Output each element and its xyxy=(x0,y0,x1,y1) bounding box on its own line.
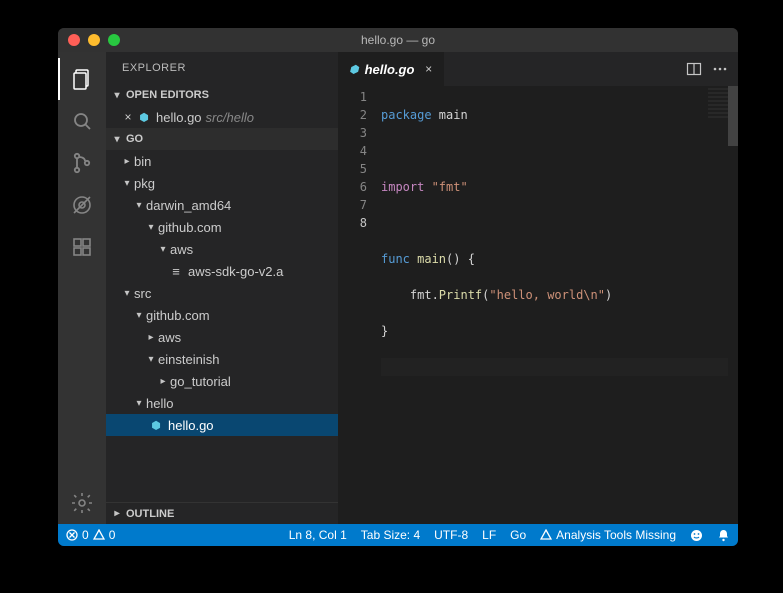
status-problems[interactable]: 0 0 xyxy=(66,528,115,542)
go-file-icon: ⬢ xyxy=(148,419,164,432)
status-bell-icon[interactable] xyxy=(717,529,730,542)
folder-einsteinish[interactable]: ▾einsteinish xyxy=(106,348,338,370)
minimize-window-button[interactable] xyxy=(88,34,100,46)
close-tab-icon[interactable]: × xyxy=(420,62,436,76)
chevron-right-icon: ▸ xyxy=(120,156,134,167)
section-label: OPEN EDITORS xyxy=(126,89,209,101)
activity-bar xyxy=(58,52,106,524)
chevron-down-icon: ▾ xyxy=(120,288,134,299)
status-line-col[interactable]: Ln 8, Col 1 xyxy=(289,528,347,542)
sidebar-title: EXPLORER xyxy=(106,52,338,84)
chevron-down-icon: ▾ xyxy=(110,90,124,101)
more-actions-icon[interactable] xyxy=(712,61,728,77)
file-aws-sdk[interactable]: ≡aws-sdk-go-v2.a xyxy=(106,260,338,282)
status-analysis-warning[interactable]: Analysis Tools Missing xyxy=(540,528,676,542)
tab-bar: ⬢ hello.go × xyxy=(339,52,738,86)
folder-src[interactable]: ▾src xyxy=(106,282,338,304)
folder-pkg[interactable]: ▾pkg xyxy=(106,172,338,194)
chevron-down-icon: ▾ xyxy=(132,310,146,321)
file-hello-go[interactable]: ⬢hello.go xyxy=(106,414,338,436)
traffic-lights xyxy=(68,34,120,46)
folder-darwin-amd64[interactable]: ▾darwin_amd64 xyxy=(106,194,338,216)
status-bar: 0 0 Ln 8, Col 1 Tab Size: 4 UTF-8 LF Go … xyxy=(58,524,738,546)
folder-go-tutorial[interactable]: ▸go_tutorial xyxy=(106,370,338,392)
section-label: GO xyxy=(126,133,143,145)
folder-github[interactable]: ▾github.com xyxy=(106,216,338,238)
folder-bin[interactable]: ▸bin xyxy=(106,150,338,172)
code-editor[interactable]: 1 2 3 4 5 6 7 8 package main import "fmt… xyxy=(339,86,738,524)
editor-group: ⬢ hello.go × 1 2 3 4 xyxy=(339,52,738,524)
vscode-window: hello.go — go EX xyxy=(58,28,738,546)
folder-aws-src[interactable]: ▸aws xyxy=(106,326,338,348)
scm-icon[interactable] xyxy=(58,142,106,184)
open-editor-filename: hello.go xyxy=(156,110,202,125)
go-file-icon: ⬢ xyxy=(349,63,359,76)
maximize-window-button[interactable] xyxy=(108,34,120,46)
open-editor-item[interactable]: × ⬢ hello.go src/hello xyxy=(106,106,338,128)
window-title: hello.go — go xyxy=(58,33,738,47)
close-icon[interactable]: × xyxy=(120,110,136,124)
status-tab-size[interactable]: Tab Size: 4 xyxy=(361,528,420,542)
code-content[interactable]: package main import "fmt" func main() { … xyxy=(381,86,738,524)
file-icon: ≡ xyxy=(168,264,184,279)
debug-icon[interactable] xyxy=(58,184,106,226)
chevron-down-icon: ▾ xyxy=(144,222,158,233)
chevron-right-icon: ▸ xyxy=(144,332,158,343)
chevron-down-icon: ▾ xyxy=(144,354,158,365)
open-editors-section[interactable]: ▾ OPEN EDITORS xyxy=(106,84,338,106)
tab-hello-go[interactable]: ⬢ hello.go × xyxy=(339,52,445,86)
explorer-icon[interactable] xyxy=(58,58,106,100)
folder-github-src[interactable]: ▾github.com xyxy=(106,304,338,326)
close-window-button[interactable] xyxy=(68,34,80,46)
editor-scrollbar[interactable] xyxy=(728,86,738,524)
folder-aws[interactable]: ▾aws xyxy=(106,238,338,260)
go-file-icon: ⬢ xyxy=(136,111,152,124)
chevron-down-icon: ▾ xyxy=(132,200,146,211)
status-language[interactable]: Go xyxy=(510,528,526,542)
folder-hello[interactable]: ▾hello xyxy=(106,392,338,414)
line-number-gutter: 1 2 3 4 5 6 7 8 xyxy=(339,86,381,524)
open-editor-hint: src/hello xyxy=(206,110,254,125)
split-editor-icon[interactable] xyxy=(686,61,702,77)
chevron-down-icon: ▾ xyxy=(120,178,134,189)
chevron-down-icon: ▾ xyxy=(132,398,146,409)
chevron-right-icon: ▸ xyxy=(156,376,170,387)
search-icon[interactable] xyxy=(58,100,106,142)
title-bar[interactable]: hello.go — go xyxy=(58,28,738,52)
settings-gear-icon[interactable] xyxy=(58,482,106,524)
file-tree: ▸bin ▾pkg ▾darwin_amd64 ▾github.com ▾aws… xyxy=(106,150,338,436)
status-feedback-icon[interactable] xyxy=(690,529,703,542)
chevron-right-icon: ▸ xyxy=(110,508,124,519)
explorer-sidebar: EXPLORER ▾ OPEN EDITORS × ⬢ hello.go src… xyxy=(106,52,338,524)
status-encoding[interactable]: UTF-8 xyxy=(434,528,468,542)
status-eol[interactable]: LF xyxy=(482,528,496,542)
outline-section[interactable]: ▸ OUTLINE xyxy=(106,502,338,524)
workspace-section[interactable]: ▾ GO xyxy=(106,128,338,150)
section-label: OUTLINE xyxy=(126,508,174,520)
tab-label: hello.go xyxy=(365,62,415,77)
chevron-down-icon: ▾ xyxy=(156,244,170,255)
chevron-down-icon: ▾ xyxy=(110,134,124,145)
extensions-icon[interactable] xyxy=(58,226,106,268)
